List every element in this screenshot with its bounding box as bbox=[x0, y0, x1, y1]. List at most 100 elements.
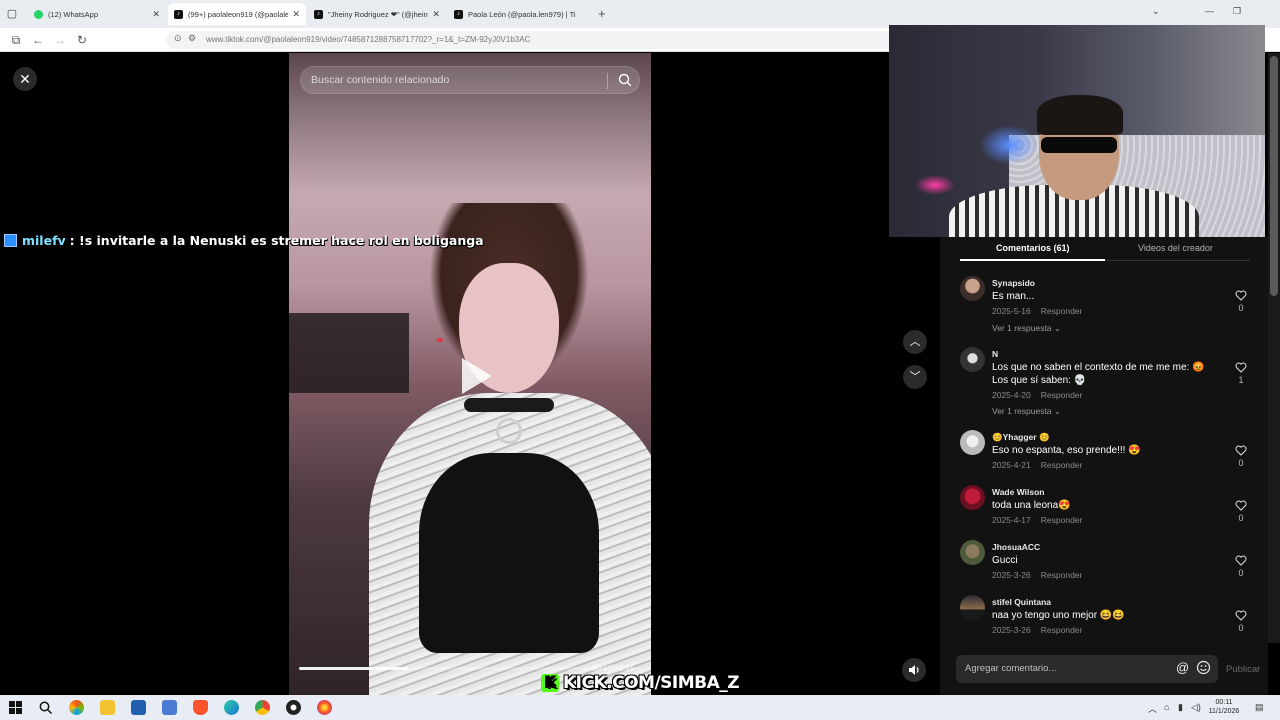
next-video-button[interactable]: ﹀ bbox=[903, 365, 927, 389]
network-icon[interactable]: ⌂ bbox=[1164, 702, 1169, 712]
system-clock[interactable]: 00:11 11/1/2026 bbox=[1204, 698, 1244, 716]
avatar[interactable] bbox=[960, 276, 985, 301]
publish-button[interactable]: Publicar bbox=[1226, 664, 1260, 675]
obs-icon[interactable] bbox=[286, 700, 301, 715]
reload-icon[interactable]: ↻ bbox=[74, 32, 90, 48]
like-button[interactable]: 1 bbox=[1234, 362, 1248, 385]
comment-item: stifel Quintana naa yo tengo uno mejor 😆… bbox=[960, 595, 1250, 655]
like-count: 1 bbox=[1238, 375, 1244, 385]
windows-start-icon[interactable] bbox=[8, 700, 23, 715]
chat-text: : !s invitarle a la Nenuski es stremer h… bbox=[69, 232, 484, 248]
comment-date: 2025-4-20 bbox=[992, 390, 1031, 400]
microsoft-store-icon[interactable] bbox=[131, 700, 146, 715]
new-tab-button[interactable]: + bbox=[598, 6, 606, 21]
heart-icon bbox=[1235, 555, 1247, 566]
comment-username[interactable]: Wade Wilson bbox=[992, 487, 1045, 497]
forward-icon[interactable]: → bbox=[52, 32, 68, 48]
file-explorer-icon[interactable] bbox=[100, 700, 115, 715]
sidebar-toggle-icon[interactable]: ⧉ bbox=[8, 32, 24, 48]
url-field[interactable]: ⊙ ⚙ www.tiktok.com/@paolaleon919/video/7… bbox=[166, 31, 896, 49]
edge-browser-icon[interactable] bbox=[224, 700, 239, 715]
comment-text: Eso no espanta, eso prende!!! 😍 bbox=[992, 445, 1141, 456]
firefox-browser-icon[interactable] bbox=[317, 700, 332, 715]
comment-meta: 2025-4-21 Responder bbox=[992, 460, 1082, 470]
play-icon[interactable] bbox=[456, 354, 496, 398]
tab-tiktok-jheiny[interactable]: ♪ "Jheiny Rodriguez ❤" (@jheiny ✕ bbox=[308, 3, 446, 25]
like-button[interactable]: 0 bbox=[1234, 610, 1248, 633]
tray-chevron-icon[interactable]: ︿ bbox=[1148, 702, 1157, 715]
comment-username[interactable]: N bbox=[992, 349, 998, 359]
search-icon[interactable] bbox=[38, 700, 53, 715]
tab-title: (99+) paolaleon919 (@paolaleon bbox=[188, 9, 289, 19]
comment-username[interactable]: stifel Quintana bbox=[992, 597, 1051, 607]
comment-meta: 2025-4-17 Responder bbox=[992, 515, 1082, 525]
comment-meta: 2025-3-26 Responder bbox=[992, 625, 1082, 635]
mention-icon[interactable]: @ bbox=[1176, 660, 1189, 675]
tab-title: (12) WhatsApp bbox=[48, 9, 99, 19]
video-progress-bar[interactable] bbox=[299, 667, 641, 670]
close-tab-icon[interactable]: ✕ bbox=[432, 9, 440, 20]
related-search-input[interactable]: Buscar contenido relacionado bbox=[300, 66, 640, 94]
like-count: 0 bbox=[1238, 303, 1244, 313]
chat-badge-icon bbox=[4, 233, 17, 247]
like-button[interactable]: 0 bbox=[1234, 445, 1248, 468]
close-video-button[interactable]: ✕ bbox=[13, 67, 37, 91]
close-tab-icon[interactable]: ✕ bbox=[292, 9, 300, 20]
emoji-icon[interactable] bbox=[1196, 660, 1211, 675]
volume-icon[interactable]: ◁) bbox=[1191, 702, 1201, 713]
add-comment-input[interactable]: Agregar comentario... @ bbox=[956, 655, 1218, 683]
avatar[interactable] bbox=[960, 430, 985, 455]
battery-icon[interactable]: ▮ bbox=[1178, 702, 1183, 713]
minimize-button[interactable]: — bbox=[1205, 6, 1214, 16]
close-tab-icon[interactable]: ✕ bbox=[152, 9, 160, 20]
tab-list-chevron-icon[interactable]: ⌄ bbox=[1152, 6, 1160, 17]
search-icon[interactable] bbox=[617, 72, 633, 88]
avatar[interactable] bbox=[960, 347, 985, 372]
reply-button[interactable]: Responder bbox=[1041, 625, 1083, 635]
scrollbar-thumb[interactable] bbox=[1270, 56, 1278, 296]
avatar[interactable] bbox=[960, 595, 985, 620]
tab-tiktok-paola-len979[interactable]: ♪ Paola León (@paola.len979) | Ti bbox=[448, 3, 586, 25]
like-button[interactable]: 0 bbox=[1234, 290, 1248, 313]
tab-comments[interactable]: Comentarios (61) bbox=[996, 243, 1070, 253]
copilot-icon[interactable] bbox=[69, 700, 84, 715]
reply-button[interactable]: Responder bbox=[1041, 390, 1083, 400]
comment-username[interactable]: Synapsido bbox=[992, 278, 1035, 288]
view-replies-button[interactable]: Ver 1 respuesta ⌄ bbox=[992, 323, 1061, 334]
site-settings-icon[interactable]: ⚙ bbox=[188, 33, 196, 44]
like-button[interactable]: 0 bbox=[1234, 555, 1248, 578]
avatar[interactable] bbox=[960, 540, 985, 565]
notifications-icon[interactable]: ▤ bbox=[1255, 702, 1264, 713]
back-icon[interactable]: ← bbox=[30, 32, 46, 48]
volume-button[interactable] bbox=[902, 658, 926, 682]
previous-video-button[interactable]: ︿ bbox=[903, 330, 927, 354]
maximize-button[interactable]: ❐ bbox=[1233, 6, 1241, 17]
app-icon[interactable] bbox=[162, 700, 177, 715]
comment-username[interactable]: 😊Yhagger 😊 bbox=[992, 432, 1050, 443]
reply-button[interactable]: Responder bbox=[1041, 306, 1083, 316]
like-button[interactable]: 0 bbox=[1234, 500, 1248, 523]
comment-text: toda una leona😍 bbox=[992, 500, 1071, 511]
reply-button[interactable]: Responder bbox=[1041, 460, 1083, 470]
clock-time: 00:11 bbox=[1215, 699, 1233, 706]
tab-title: Paola León (@paola.len979) | Ti bbox=[468, 9, 576, 19]
comment-date: 2025-4-21 bbox=[992, 460, 1031, 470]
url-text: www.tiktok.com/@paolaleon919/video/74858… bbox=[206, 35, 531, 44]
active-tab-indicator bbox=[960, 259, 1105, 261]
tab-creator-videos[interactable]: Videos del creador bbox=[1138, 243, 1213, 253]
comment-meta: 2025-3-26 Responder bbox=[992, 570, 1082, 580]
reply-button[interactable]: Responder bbox=[1041, 515, 1083, 525]
reply-button[interactable]: Responder bbox=[1041, 570, 1083, 580]
tab-whatsapp[interactable]: (12) WhatsApp ✕ bbox=[28, 3, 166, 25]
avatar[interactable] bbox=[960, 485, 985, 510]
lock-icon[interactable]: ⊙ bbox=[174, 33, 182, 44]
brave-browser-icon[interactable] bbox=[193, 700, 208, 715]
kick-url-text: KICK.COM/SIMBA_Z bbox=[563, 673, 740, 693]
tab-tiktok-paolaleon919[interactable]: ♪ (99+) paolaleon919 (@paolaleon ✕ bbox=[168, 3, 306, 25]
tab-actions-icon[interactable]: ▢ bbox=[5, 7, 19, 21]
comment-text-line-2: Los que sí saben: 💀 bbox=[992, 375, 1087, 386]
comment-text: Es man... bbox=[992, 291, 1035, 302]
chrome-browser-icon[interactable] bbox=[255, 700, 270, 715]
view-replies-button[interactable]: Ver 1 respuesta ⌄ bbox=[992, 406, 1061, 417]
comment-username[interactable]: JhosuaACC bbox=[992, 542, 1040, 552]
